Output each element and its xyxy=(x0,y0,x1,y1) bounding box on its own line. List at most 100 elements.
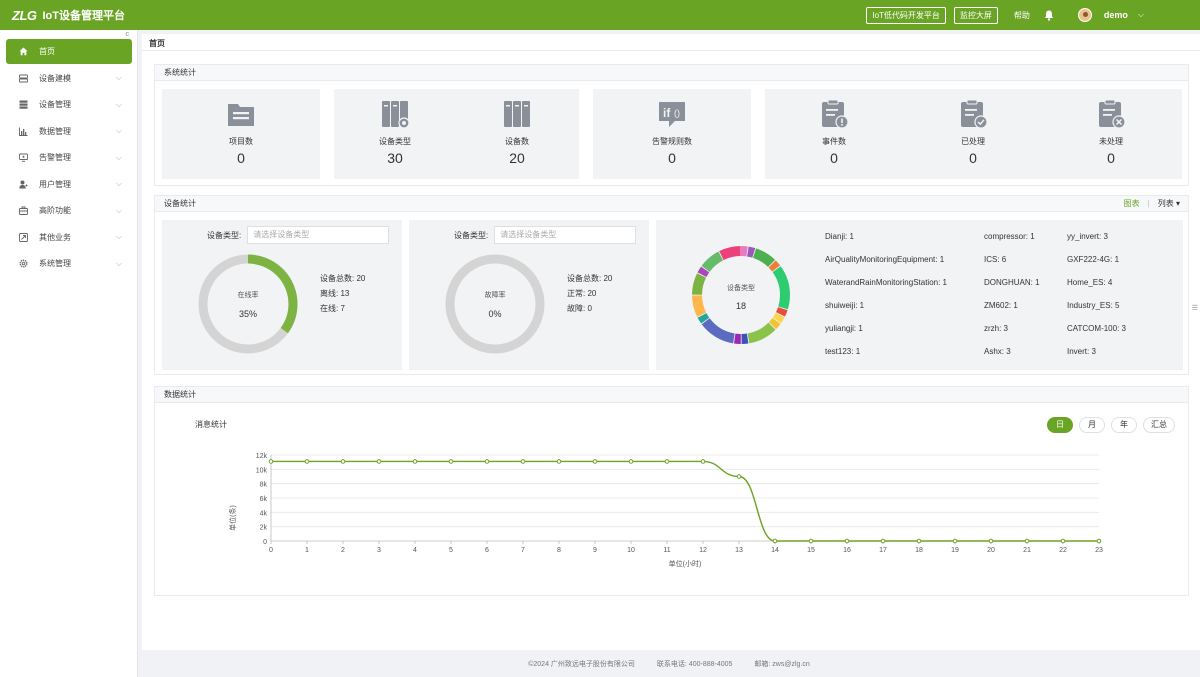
legend-item[interactable]: compressor: 1 xyxy=(984,232,1035,241)
drawer-handle-icon[interactable]: ☰ xyxy=(1192,304,1198,312)
zlg-logo: ZLG xyxy=(12,7,37,23)
legend-item[interactable]: Dianji: 1 xyxy=(825,232,854,241)
data-point[interactable] xyxy=(664,459,670,464)
stat-project[interactable]: 项目数 0 xyxy=(206,99,276,166)
data-point[interactable] xyxy=(448,459,454,464)
brand[interactable]: ZLG IoT设备管理平台 xyxy=(0,7,125,23)
x-tick-label: 5 xyxy=(449,547,453,554)
list-view-label: 列表 xyxy=(1157,199,1174,208)
help-link[interactable]: 帮助 xyxy=(1014,10,1030,21)
device-type-select[interactable]: 请选择设备类型 xyxy=(247,226,390,244)
bell-icon[interactable] xyxy=(1042,8,1056,22)
data-point[interactable] xyxy=(520,459,526,464)
data-point[interactable] xyxy=(844,538,850,544)
sidebar-item-alarm[interactable]: 告警管理 ⌵ xyxy=(6,145,132,170)
data-point[interactable] xyxy=(952,538,958,544)
chart-view-tab[interactable]: 图表 xyxy=(1124,196,1140,212)
device-type-select[interactable]: 请选择设备类型 xyxy=(494,226,637,244)
legend-item[interactable]: yy_invert: 3 xyxy=(1067,232,1108,241)
data-point[interactable] xyxy=(268,459,274,464)
data-point[interactable] xyxy=(484,459,490,464)
stat-box-project: 项目数 0 xyxy=(162,89,320,179)
x-tick-label: 10 xyxy=(627,547,635,554)
stat-handled[interactable]: 已处理 0 xyxy=(938,99,1008,166)
chart-title: 消息统计 xyxy=(195,420,227,429)
sidebar-item-label: 首页 xyxy=(39,47,55,56)
chevron-down-icon: ⌵ xyxy=(115,205,122,215)
data-point[interactable] xyxy=(1096,538,1102,544)
list-view-tab[interactable]: 列表 ▾ xyxy=(1158,196,1180,212)
tab-month[interactable]: 月 xyxy=(1079,417,1105,433)
data-point[interactable] xyxy=(808,538,814,544)
avatar[interactable] xyxy=(1077,8,1092,22)
legend-item[interactable]: DONGHUAN: 1 xyxy=(984,278,1040,287)
stat-value: 0 xyxy=(668,150,676,166)
x-tick-label: 20 xyxy=(987,547,995,554)
data-point[interactable] xyxy=(628,459,634,464)
data-point[interactable] xyxy=(700,459,706,464)
legend-item[interactable]: Home_ES: 4 xyxy=(1067,278,1112,287)
sidebar-item-other[interactable]: 其他业务 ⌵ xyxy=(6,225,132,250)
legend-item[interactable]: GXF222-4G: 1 xyxy=(1067,255,1119,264)
monitor-screen-button[interactable]: 监控大屏 xyxy=(953,6,998,24)
stat-alarm-rules[interactable]: if() 告警规则数 0 xyxy=(637,99,707,166)
top-right-actions: IoT低代码开发平台 监控大屏 帮助 demo ⌵ xyxy=(866,0,1200,30)
data-point[interactable] xyxy=(772,538,778,544)
sidebar-item-devices[interactable]: 设备管理 ⌵ xyxy=(6,92,132,117)
legend-item[interactable]: CATCOM-100: 3 xyxy=(1067,324,1126,333)
data-point[interactable] xyxy=(1060,538,1066,544)
data-point[interactable] xyxy=(988,538,994,544)
data-point[interactable] xyxy=(376,459,382,464)
sidebar-item-system[interactable]: 系统管理 ⌵ xyxy=(6,251,132,276)
data-point[interactable] xyxy=(592,459,598,464)
legend-item[interactable]: Industry_ES: 5 xyxy=(1067,301,1119,310)
offline-count: 离线: 13 xyxy=(320,289,350,298)
x-tick-label: 19 xyxy=(951,547,959,554)
legend-item[interactable]: Ashx: 3 xyxy=(984,347,1011,356)
data-point[interactable] xyxy=(340,459,346,464)
legend-item[interactable]: ICS: 6 xyxy=(984,255,1006,264)
lowcode-platform-button[interactable]: IoT低代码开发平台 xyxy=(866,6,946,24)
data-point[interactable] xyxy=(412,459,418,464)
legend-item[interactable]: yuliangji: 1 xyxy=(825,324,863,333)
legend-item[interactable]: Invert: 3 xyxy=(1067,347,1096,356)
sidebar-item-modeling[interactable]: 设备建模 ⌵ xyxy=(6,66,132,91)
sidebar-item-label: 告警管理 xyxy=(39,153,71,162)
device-total: 设备总数: 20 xyxy=(567,274,613,283)
tab-day[interactable]: 日 xyxy=(1047,417,1073,433)
ring-label: 设备类型 xyxy=(727,285,755,292)
data-point[interactable] xyxy=(916,538,922,544)
chevron-down-icon[interactable]: ⌵ xyxy=(1138,10,1144,20)
sidebar-item-home[interactable]: 首页 xyxy=(6,39,132,64)
contact-email[interactable]: 邮箱: zws@zlg.cn xyxy=(754,659,809,669)
sidebar-item-data[interactable]: 数据管理 ⌵ xyxy=(6,119,132,144)
stat-events[interactable]: 事件数 0 xyxy=(799,99,869,166)
legend-item[interactable]: test123: 1 xyxy=(825,347,860,356)
main-content: 首页 ☰ 系统统计 项目数 0 设备类型 30 设备数 20 if () 告警规… xyxy=(142,34,1200,650)
device-icon xyxy=(18,100,28,110)
data-point[interactable] xyxy=(556,459,562,464)
legend-item[interactable]: WaterandRainMonitoringStation: 1 xyxy=(825,278,947,287)
data-point[interactable] xyxy=(1024,538,1030,544)
stat-unhandled[interactable]: 未处理 0 xyxy=(1076,99,1146,166)
x-tick-label: 1 xyxy=(305,547,309,554)
data-point[interactable] xyxy=(880,538,886,544)
tab-summary[interactable]: 汇总 xyxy=(1143,417,1175,433)
sidebar-item-advanced[interactable]: 高阶功能 ⌵ xyxy=(6,198,132,223)
username[interactable]: demo xyxy=(1104,10,1128,20)
legend-item[interactable]: ZM602: 1 xyxy=(984,301,1018,310)
stat-device-types[interactable]: 设备类型 30 xyxy=(360,99,430,166)
page-title: 首页 xyxy=(149,39,165,48)
legend-item[interactable]: zrzh: 3 xyxy=(984,324,1008,333)
legend-item[interactable]: shuiweiji: 1 xyxy=(825,301,864,310)
stat-devices[interactable]: 设备数 20 xyxy=(482,99,552,166)
y-tick-label: 0 xyxy=(263,539,267,546)
data-point[interactable] xyxy=(304,459,310,464)
data-point[interactable] xyxy=(736,474,742,479)
sidebar-item-label: 其他业务 xyxy=(39,232,71,242)
stat-label: 设备数 xyxy=(505,137,529,146)
sidebar-item-users[interactable]: 用户管理 ⌵ xyxy=(6,172,132,197)
tab-year[interactable]: 年 xyxy=(1111,417,1137,433)
legend-item[interactable]: AirQualityMonitoringEquipment: 1 xyxy=(825,255,944,264)
collapse-icon[interactable]: c xyxy=(126,31,130,38)
